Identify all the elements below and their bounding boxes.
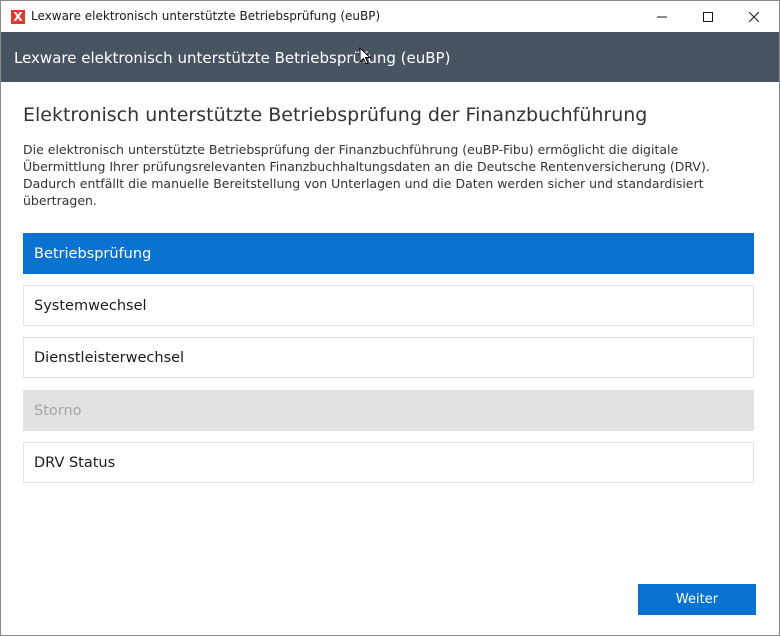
option-betriebspruefung[interactable]: Betriebsprüfung (23, 233, 754, 274)
description-text: Die elektronisch unterstützte Betriebspr… (23, 142, 710, 208)
page-title: Elektronisch unterstützte Betriebsprüfun… (23, 104, 648, 126)
option-storno: Storno (23, 390, 754, 431)
mouse-cursor-icon (359, 47, 371, 65)
option-drv-status[interactable]: DRV Status (23, 442, 754, 483)
close-icon (749, 11, 759, 22)
header-band: Lexware elektronisch unterstützte Betrie… (1, 32, 779, 82)
next-button[interactable]: Weiter (638, 584, 756, 615)
window-title: Lexware elektronisch unterstützte Betrie… (31, 9, 381, 23)
title-bar[interactable]: X Lexware elektronisch unterstützte Betr… (1, 1, 779, 32)
maximize-button[interactable] (685, 1, 731, 32)
option-systemwechsel[interactable]: Systemwechsel (23, 285, 754, 326)
option-dienstleisterwechsel[interactable]: Dienstleisterwechsel (23, 337, 754, 378)
minimize-icon (657, 16, 667, 17)
app-icon: X (11, 10, 25, 24)
minimize-button[interactable] (639, 1, 685, 32)
app-window: X Lexware elektronisch unterstützte Betr… (0, 0, 780, 636)
maximize-icon (703, 11, 713, 22)
header-title: Lexware elektronisch unterstützte Betrie… (14, 49, 451, 67)
close-button[interactable] (731, 1, 777, 32)
